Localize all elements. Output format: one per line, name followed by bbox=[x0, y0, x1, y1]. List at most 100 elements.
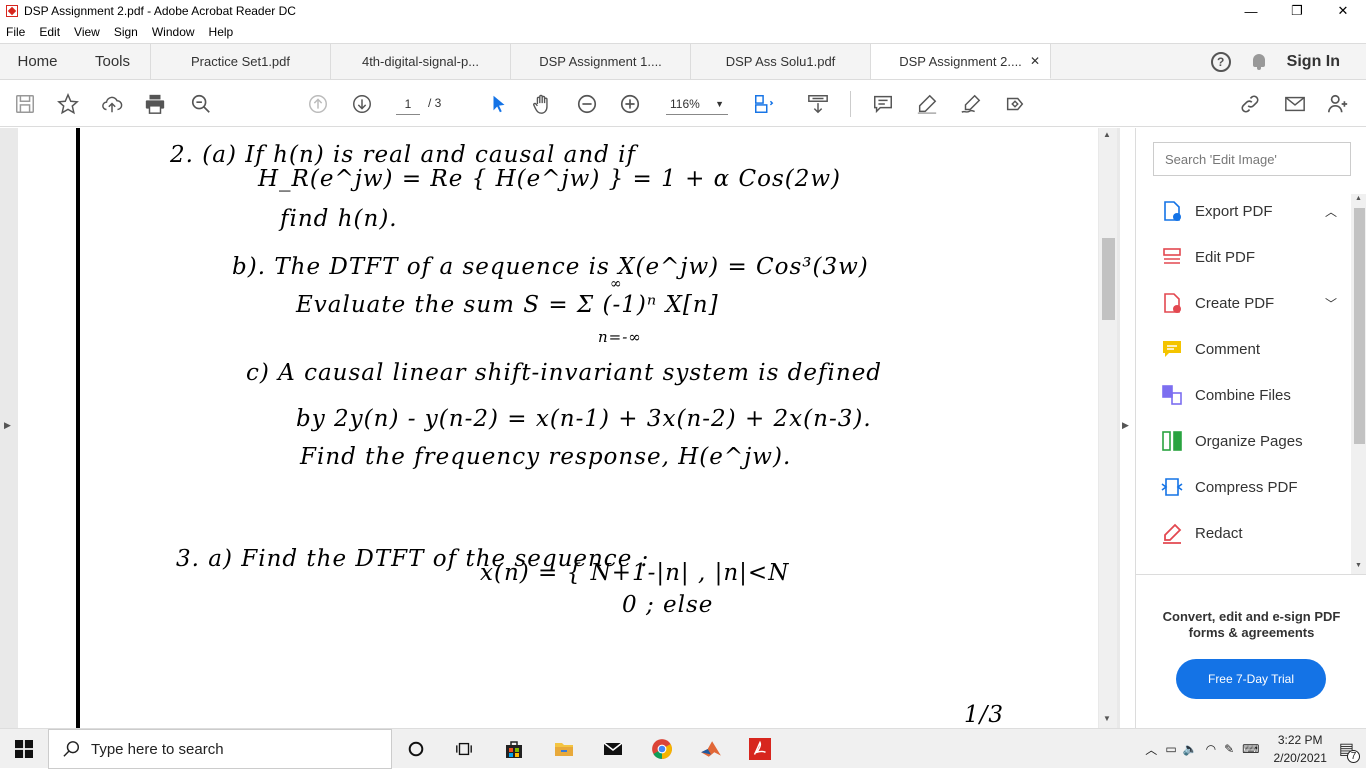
taskbar-search-input[interactable]: Type here to search bbox=[48, 729, 392, 769]
tool-label: Comment bbox=[1195, 340, 1261, 358]
doc-tab-dsp-ass-solu1[interactable]: DSP Ass Solu1.pdf bbox=[691, 44, 871, 79]
help-icon[interactable]: ? bbox=[1210, 51, 1231, 72]
organize-pages-icon bbox=[1161, 430, 1183, 452]
free-trial-button[interactable]: Free 7-Day Trial bbox=[1176, 659, 1326, 699]
combine-files-icon bbox=[1161, 384, 1183, 406]
problem-2c-line-2: by 2y(n) - y(n-2) = x(n-1) + 3x(n-2) + 2… bbox=[296, 406, 872, 432]
bookmark-star-icon[interactable] bbox=[56, 92, 80, 116]
zoom-out-icon[interactable] bbox=[575, 92, 599, 116]
share-link-icon[interactable] bbox=[1238, 92, 1262, 116]
minimize-button[interactable]: — bbox=[1228, 0, 1274, 22]
scroll-mode-icon[interactable] bbox=[806, 92, 830, 116]
file-explorer-icon[interactable] bbox=[552, 737, 576, 761]
scroll-down-icon[interactable]: ▼ bbox=[1103, 714, 1111, 723]
tab-home[interactable]: Home bbox=[0, 44, 75, 79]
tools-search-input[interactable]: Search 'Edit Image' bbox=[1153, 142, 1351, 176]
close-window-button[interactable]: ✕ bbox=[1320, 0, 1366, 22]
notification-count: 7 bbox=[1347, 750, 1360, 763]
problem-3a-line-3: 0 ; else bbox=[622, 592, 714, 618]
hand-tool-icon[interactable] bbox=[530, 92, 554, 116]
doc-tab-dsp-assignment-2[interactable]: DSP Assignment 2.... ✕ bbox=[871, 44, 1051, 79]
left-panel-toggle-icon[interactable]: ▶ bbox=[4, 420, 11, 431]
close-tab-icon[interactable]: ✕ bbox=[1030, 54, 1040, 68]
acrobat-taskbar-icon[interactable] bbox=[748, 737, 772, 761]
zoom-in-icon[interactable] bbox=[618, 92, 642, 116]
notification-center-icon[interactable]: ▤ 7 bbox=[1339, 739, 1360, 763]
tool-redact[interactable]: Redact bbox=[1136, 510, 1351, 556]
volume-icon[interactable]: 🔈 bbox=[1183, 742, 1198, 756]
menu-window[interactable]: Window bbox=[146, 25, 203, 39]
previous-page-icon[interactable] bbox=[306, 92, 330, 116]
chevron-up-icon[interactable]: ︿ bbox=[1145, 741, 1157, 758]
menu-help[interactable]: Help bbox=[203, 25, 242, 39]
scrollbar-thumb[interactable] bbox=[1354, 208, 1365, 444]
document-scrollbar[interactable]: ▲ ▼ bbox=[1099, 128, 1117, 728]
select-cursor-icon[interactable] bbox=[487, 92, 511, 116]
email-icon[interactable] bbox=[1283, 92, 1307, 116]
clock-time: 3:22 PM bbox=[1277, 733, 1323, 747]
matlab-icon[interactable] bbox=[699, 737, 723, 761]
upload-cloud-icon[interactable] bbox=[100, 92, 124, 116]
tool-organize-pages[interactable]: Organize Pages bbox=[1136, 418, 1351, 464]
sum-upper-limit: ∞ bbox=[610, 276, 623, 292]
zoom-level-value: 116% bbox=[670, 97, 700, 111]
highlight-pen-icon[interactable] bbox=[915, 92, 939, 116]
next-page-icon[interactable] bbox=[350, 92, 374, 116]
sign-in-button[interactable]: Sign In bbox=[1287, 53, 1340, 71]
battery-icon[interactable]: ▭ bbox=[1165, 742, 1176, 756]
mail-icon[interactable] bbox=[601, 737, 625, 761]
pen-icon[interactable]: ✎ bbox=[1224, 742, 1234, 756]
restore-button[interactable]: ❐ bbox=[1274, 0, 1320, 22]
scroll-down-icon[interactable]: ▼ bbox=[1355, 562, 1362, 569]
wifi-icon[interactable]: ◠ bbox=[1206, 742, 1216, 756]
problem-2a-line-1: 2. (a) If h(n) is real and causal and if bbox=[170, 142, 637, 168]
tools-pane: Search 'Edit Image' Export PDF ︿ Edit PD… bbox=[1135, 128, 1366, 728]
menu-view[interactable]: View bbox=[68, 25, 108, 39]
scroll-up-icon[interactable]: ▲ bbox=[1355, 195, 1362, 202]
cortana-icon[interactable] bbox=[404, 737, 428, 761]
comment-note-icon[interactable] bbox=[871, 92, 895, 116]
menu-file[interactable]: File bbox=[0, 25, 33, 39]
chevron-up-icon[interactable]: ︿ bbox=[1325, 203, 1337, 220]
clock[interactable]: 3:22 PM 2/20/2021 bbox=[1273, 731, 1326, 767]
task-view-icon[interactable] bbox=[452, 737, 476, 761]
menu-edit[interactable]: Edit bbox=[33, 25, 68, 39]
page-number-input[interactable]: 1 bbox=[396, 93, 420, 115]
tab-tools[interactable]: Tools bbox=[75, 44, 151, 79]
toolbar-divider bbox=[850, 91, 851, 117]
doc-tab-4th-digital-signal[interactable]: 4th-digital-signal-p... bbox=[331, 44, 511, 79]
doc-tab-practice-set1[interactable]: Practice Set1.pdf bbox=[151, 44, 331, 79]
tools-pane-scrollbar[interactable]: ▲ ▼ bbox=[1351, 194, 1366, 574]
zoom-search-icon[interactable] bbox=[189, 92, 213, 116]
tool-edit-pdf[interactable]: Edit PDF bbox=[1136, 234, 1351, 280]
fill-sign-icon[interactable] bbox=[1003, 92, 1027, 116]
tool-combine-files[interactable]: Combine Files bbox=[1136, 372, 1351, 418]
problem-2c-line-1: c) A causal linear shift-invariant syste… bbox=[246, 360, 883, 386]
tool-label: Create PDF bbox=[1195, 294, 1275, 312]
notifications-bell-icon[interactable] bbox=[1251, 53, 1267, 71]
fit-page-icon[interactable] bbox=[752, 92, 776, 116]
scroll-up-icon[interactable]: ▲ bbox=[1103, 130, 1111, 139]
problem-2b-line-2: Evaluate the sum S = Σ (-1)ⁿ X[n] bbox=[296, 292, 719, 318]
save-icon[interactable] bbox=[13, 92, 37, 116]
tool-export-pdf[interactable]: Export PDF ︿ bbox=[1136, 188, 1351, 234]
zoom-level-select[interactable]: 116% ▼ bbox=[666, 93, 728, 115]
windows-start-icon[interactable] bbox=[0, 729, 48, 769]
taskbar-search-placeholder: Type here to search bbox=[91, 740, 224, 758]
menu-sign[interactable]: Sign bbox=[108, 25, 146, 39]
chrome-icon[interactable] bbox=[650, 737, 674, 761]
doc-tab-dsp-assignment-1[interactable]: DSP Assignment 1.... bbox=[511, 44, 691, 79]
tab-label: Practice Set1.pdf bbox=[191, 54, 290, 69]
scrollbar-thumb[interactable] bbox=[1102, 238, 1115, 320]
print-icon[interactable] bbox=[143, 92, 167, 116]
add-person-icon[interactable] bbox=[1326, 92, 1350, 116]
microsoft-store-icon[interactable] bbox=[502, 737, 526, 761]
keyboard-icon[interactable]: ⌨ bbox=[1242, 742, 1259, 756]
right-panel-toggle-icon[interactable]: ▶ bbox=[1122, 420, 1129, 431]
toolbar: 1 / 3 116% ▼ bbox=[0, 81, 1366, 127]
tool-comment[interactable]: Comment bbox=[1136, 326, 1351, 372]
tool-compress-pdf[interactable]: Compress PDF bbox=[1136, 464, 1351, 510]
chevron-down-icon[interactable]: ﹀ bbox=[1325, 295, 1337, 312]
tool-create-pdf[interactable]: Create PDF ﹀ bbox=[1136, 280, 1351, 326]
sign-pen-icon[interactable] bbox=[959, 92, 983, 116]
